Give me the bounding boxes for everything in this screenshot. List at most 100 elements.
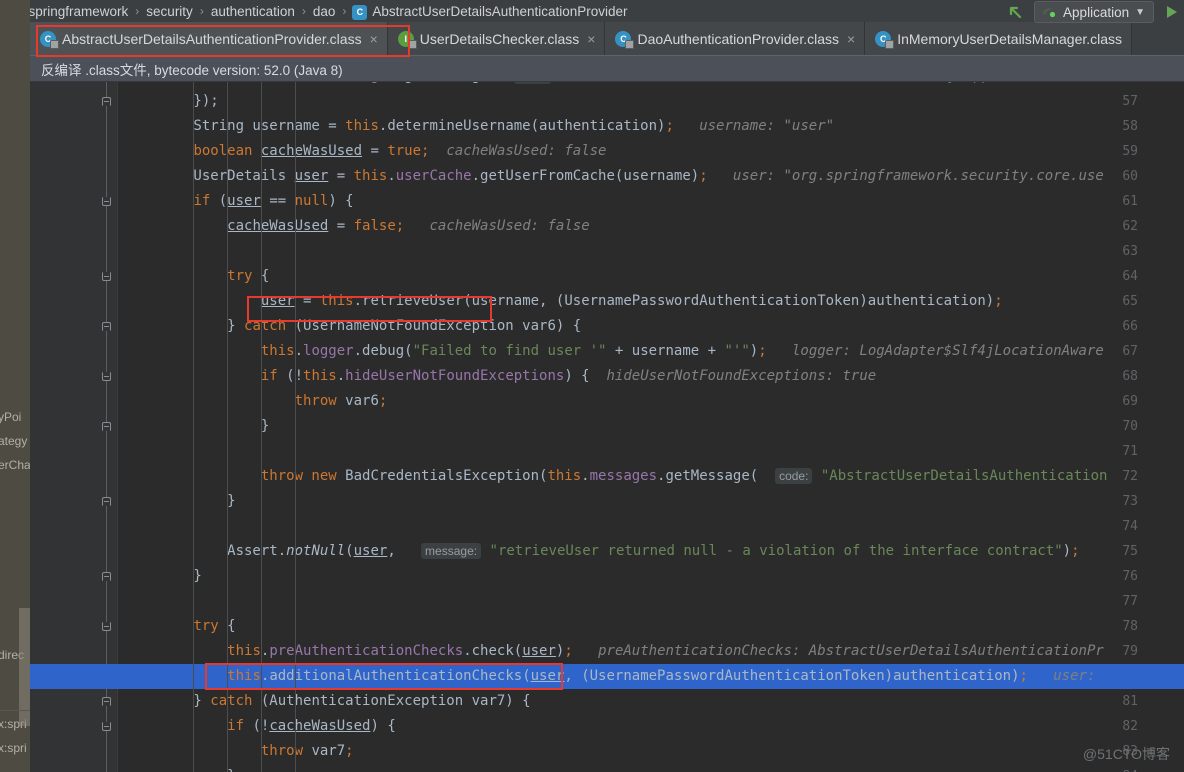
indent-guide (227, 764, 229, 772)
code-line[interactable]: cacheWasUsed = false; cacheWasUsed: fals… (118, 214, 1184, 239)
code-line[interactable]: this.preAuthenticationChecks.check(user)… (118, 639, 1184, 664)
run-button[interactable] (1162, 1, 1180, 23)
code-fold-toggle-icon[interactable] (101, 489, 112, 514)
indent-guide (193, 189, 195, 214)
back-arrow-icon[interactable] (1006, 1, 1026, 23)
editor-tab-daoauthenticationprovider[interactable]: C DaoAuthenticationProvider.class × (605, 22, 866, 55)
code-token: if (227, 718, 253, 734)
code-fold-toggle-icon[interactable] (101, 614, 112, 639)
code-line[interactable]: user = this.retrieveUser(username, (User… (118, 289, 1184, 314)
code-fold-toggle-icon[interactable] (101, 89, 112, 114)
indent-guide (294, 539, 296, 564)
code-line[interactable]: Assert.notNull(user, message: "retrieveU… (118, 539, 1184, 564)
close-icon[interactable]: × (847, 31, 855, 47)
inline-debug-hint: hideUserNotFoundExceptions: true (589, 368, 877, 384)
indent-guide (227, 739, 229, 764)
close-icon[interactable]: × (370, 31, 378, 47)
breadcrumb-item-1[interactable]: springframework (28, 4, 130, 19)
interface-file-icon: I (397, 30, 417, 49)
editor-tab-label: UserDetailsChecker.class (419, 30, 580, 47)
indent-guide (260, 389, 262, 414)
code-editor[interactable]: 5657585960616263646566676869707172737475… (30, 82, 1184, 772)
code-line[interactable]: try { (118, 614, 1184, 639)
code-fold-toggle-icon[interactable] (101, 314, 112, 339)
indent-guide (260, 464, 262, 489)
code-line[interactable] (118, 589, 1184, 614)
code-line[interactable]: } catch (UsernameNotFoundException var6)… (118, 314, 1184, 339)
code-token: preAuthenticationChecks (269, 643, 464, 659)
inline-debug-hint: logger: LogAdapter$Slf4jLocationAware (766, 343, 1104, 359)
code-token: ; (395, 218, 405, 234)
code-line[interactable] (118, 514, 1184, 539)
code-line[interactable]: boolean cacheWasUsed = true; cacheWasUse… (118, 139, 1184, 164)
code-line[interactable]: throw var7; (118, 739, 1184, 764)
code-token: userCache (395, 168, 472, 184)
code-line[interactable]: this.logger.debug("Failed to find user '… (118, 339, 1184, 364)
indent-guide (294, 239, 296, 264)
indent-guide (294, 339, 296, 364)
code-token: .getUserFromCache(username) (471, 168, 700, 184)
code-line[interactable]: } (118, 764, 1184, 772)
chevron-down-icon[interactable]: ▼ (1135, 7, 1145, 18)
editor-tab-abstractuserdetailsauthenticationprovider[interactable]: C AbstractUserDetailsAuthenticationProvi… (30, 22, 388, 55)
indent-guide (260, 714, 262, 739)
indent-guide (260, 114, 262, 139)
left-panel-scrollbar[interactable] (19, 608, 30, 726)
code-content[interactable]: return this.messages.getMessage( code: "… (118, 82, 1184, 772)
code-fold-toggle-icon[interactable] (101, 364, 112, 389)
indent-guide (260, 764, 262, 772)
code-line[interactable]: } (118, 414, 1184, 439)
code-line[interactable]: String username = this.determineUsername… (118, 114, 1184, 139)
code-line[interactable]: throw var6; (118, 389, 1184, 414)
code-token: ( (218, 193, 228, 209)
code-line[interactable]: if (!this.hideUserNotFoundExceptions) { … (118, 364, 1184, 389)
code-token: Assert. (126, 543, 287, 559)
indent-guide (294, 214, 296, 239)
code-line[interactable]: UserDetails user = this.userCache.getUse… (118, 164, 1184, 189)
code-fold-toggle-icon[interactable] (101, 764, 112, 772)
close-icon[interactable]: × (587, 31, 595, 47)
code-fold-toggle-icon[interactable] (101, 189, 112, 214)
code-line[interactable]: this.additionalAuthenticationChecks(user… (118, 664, 1184, 689)
code-fold-toggle-icon[interactable] (101, 564, 112, 589)
code-fold-toggle-icon[interactable] (101, 714, 112, 739)
code-line[interactable] (118, 439, 1184, 464)
indent-guide (294, 689, 296, 714)
breadcrumb-item-5[interactable]: AbstractUserDetailsAuthenticationProvide… (371, 4, 628, 19)
code-line[interactable]: if (user == null) { (118, 189, 1184, 214)
indent-guide (227, 314, 229, 339)
indent-guide (193, 589, 195, 614)
indent-guide (227, 364, 229, 389)
breadcrumb-item-2[interactable]: security (145, 4, 194, 19)
indent-guide (227, 264, 229, 289)
indent-guide (193, 314, 195, 339)
indent-guide (193, 339, 195, 364)
code-line[interactable]: } (118, 489, 1184, 514)
code-fold-toggle-icon[interactable] (101, 414, 112, 439)
code-line[interactable]: if (!cacheWasUsed) { (118, 714, 1184, 739)
editor-tab-userdetailschecker[interactable]: I UserDetailsChecker.class × (387, 22, 606, 55)
indent-guide (294, 139, 296, 164)
code-line[interactable] (118, 239, 1184, 264)
run-configuration-selector[interactable]: Application ▼ (1034, 1, 1154, 23)
left-tool-panel[interactable]: yPoi ategy erCha direc x:spri x:spri (0, 0, 30, 772)
breadcrumb-item-3[interactable]: authentication (210, 4, 296, 19)
code-fold-toggle-icon[interactable] (101, 689, 112, 714)
code-line[interactable]: try { (118, 264, 1184, 289)
code-line[interactable]: } catch (AuthenticationException var7) { (118, 689, 1184, 714)
code-token: cacheWasUsed (269, 718, 371, 734)
code-fold-toggle-icon[interactable] (101, 264, 112, 289)
code-line[interactable]: return this.messages.getMessage( code: "… (118, 82, 1184, 89)
breadcrumb-item-4[interactable]: dao (312, 4, 337, 19)
code-line[interactable]: } (118, 564, 1184, 589)
code-token: (authentication) (530, 118, 666, 134)
code-line[interactable]: }); (118, 89, 1184, 114)
editor-tab-inmemoryuserdetailsmanager[interactable]: C InMemoryUserDetailsManager.class (865, 22, 1133, 55)
code-line[interactable]: throw new BadCredentialsException(this.m… (118, 464, 1184, 489)
code-token: "Failed to find user '" (412, 343, 607, 359)
indent-guide (227, 214, 229, 239)
